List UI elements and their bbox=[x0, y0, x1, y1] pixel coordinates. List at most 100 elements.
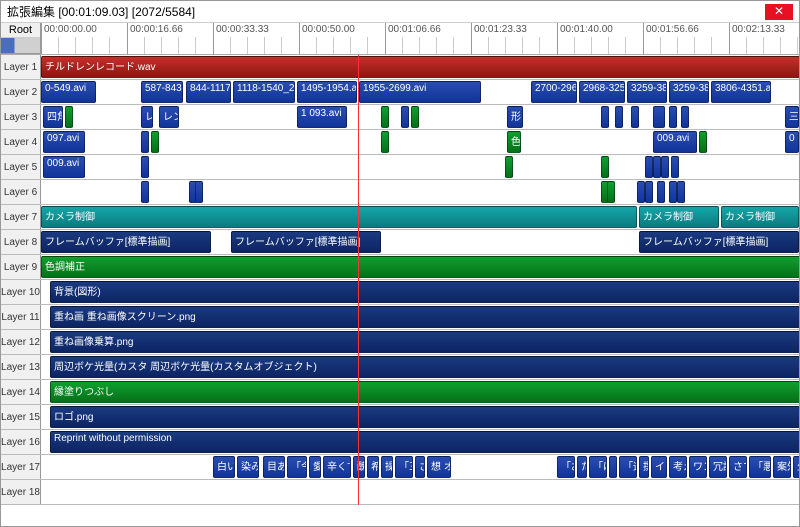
clip[interactable]: 844-1117.avi bbox=[186, 81, 231, 103]
clip[interactable]: 1955-2699.avi bbox=[359, 81, 481, 103]
clip[interactable] bbox=[631, 106, 639, 128]
clip[interactable]: 「ほ bbox=[589, 456, 607, 478]
clip[interactable]: 587-843.avi bbox=[141, 81, 183, 103]
layer-label[interactable]: Layer 1 bbox=[1, 55, 41, 79]
clip[interactable]: 0 bbox=[785, 131, 799, 153]
clip[interactable] bbox=[653, 106, 665, 128]
clip[interactable]: ロゴ.png bbox=[50, 406, 799, 428]
root-cell[interactable]: Root bbox=[1, 23, 41, 54]
layer-label[interactable]: Layer 6 bbox=[1, 180, 41, 204]
layer-track[interactable]: フレームバッファ[標準描画]フレームバッファ[標準描画]フレームバッファ[標準描… bbox=[41, 230, 799, 254]
clip[interactable] bbox=[141, 181, 149, 203]
layer-label[interactable]: Layer 13 bbox=[1, 355, 41, 379]
clip[interactable]: フレームバッファ[標準描画] bbox=[41, 231, 211, 253]
clip[interactable] bbox=[601, 156, 609, 178]
layer-label[interactable]: Layer 5 bbox=[1, 155, 41, 179]
clip[interactable]: 冗談 bbox=[709, 456, 727, 478]
clip[interactable]: 周辺ボケ光量(カスタ 周辺ボケ光量(カスタムオブジェクト) bbox=[50, 356, 799, 378]
layer-label[interactable]: Layer 2 bbox=[1, 80, 41, 104]
clip[interactable]: カメラ制御 bbox=[639, 206, 719, 228]
clip[interactable]: 想 オ bbox=[427, 456, 451, 478]
clip[interactable]: 1118-1540_2.avi bbox=[233, 81, 295, 103]
layer-label[interactable]: Layer 10 bbox=[1, 280, 41, 304]
root-progress-bar[interactable] bbox=[1, 38, 40, 53]
clip[interactable] bbox=[65, 106, 73, 128]
clip[interactable] bbox=[381, 106, 389, 128]
clip[interactable]: 希 bbox=[367, 456, 379, 478]
layer-track[interactable]: 重ね画像乗算.png bbox=[41, 330, 799, 354]
clip[interactable] bbox=[615, 106, 623, 128]
clip[interactable]: チルドレンレコード.wav bbox=[41, 56, 799, 78]
clip[interactable]: 「三 bbox=[395, 456, 413, 478]
layer-label[interactable]: Layer 12 bbox=[1, 330, 41, 354]
clip[interactable]: 目あ bbox=[263, 456, 285, 478]
layer-label[interactable]: Layer 17 bbox=[1, 455, 41, 479]
clip[interactable]: 少し bbox=[793, 456, 799, 478]
clip[interactable]: 醜 bbox=[353, 456, 365, 478]
clip[interactable]: 色 bbox=[507, 131, 521, 153]
clip[interactable]: 「逃 bbox=[619, 456, 637, 478]
layer-label[interactable]: Layer 11 bbox=[1, 305, 41, 329]
clip[interactable] bbox=[681, 106, 689, 128]
clip[interactable]: 2700-2967 bbox=[531, 81, 577, 103]
clip[interactable]: 色調補正 bbox=[41, 256, 799, 278]
clip[interactable]: 0-549.avi bbox=[41, 81, 96, 103]
layer-track[interactable]: 四角レレン1 093.avi形三 bbox=[41, 105, 799, 129]
clip[interactable]: カメラ制御 bbox=[41, 206, 637, 228]
titlebar[interactable]: 拡張編集 [00:01:09.03] [2072/5584] ✕ bbox=[1, 1, 799, 23]
clip[interactable] bbox=[669, 181, 677, 203]
clip[interactable]: 愛 bbox=[309, 456, 321, 478]
clip[interactable]: 辛くて bbox=[323, 456, 351, 478]
clip[interactable] bbox=[657, 181, 665, 203]
clip[interactable]: 案外 bbox=[773, 456, 791, 478]
layer-track[interactable]: 重ね画 重ね画像スクリーン.png bbox=[41, 305, 799, 329]
clip[interactable]: 3259-3805 bbox=[669, 81, 709, 103]
layer-track[interactable]: 097.avi色009.avi0 bbox=[41, 130, 799, 154]
clip[interactable]: 「今 bbox=[287, 456, 307, 478]
clip[interactable]: 三 bbox=[785, 106, 799, 128]
clip[interactable] bbox=[671, 156, 679, 178]
clip[interactable]: 白い bbox=[213, 456, 235, 478]
time-ruler[interactable]: 00:00:00.0000:00:16.6600:00:33.3300:00:5… bbox=[41, 23, 799, 54]
clip[interactable]: さす bbox=[729, 456, 747, 478]
layer-label[interactable]: Layer 3 bbox=[1, 105, 41, 129]
clip[interactable]: ワン bbox=[689, 456, 707, 478]
clip[interactable]: 操 bbox=[381, 456, 393, 478]
clip[interactable] bbox=[699, 131, 707, 153]
layer-label[interactable]: Layer 7 bbox=[1, 205, 41, 229]
layer-track[interactable] bbox=[41, 480, 799, 504]
clip[interactable]: 染み bbox=[237, 456, 259, 478]
clip[interactable]: イン bbox=[651, 456, 667, 478]
clip[interactable]: 重ね画像乗算.png bbox=[50, 331, 799, 353]
clip[interactable]: 097.avi bbox=[43, 131, 85, 153]
layer-track[interactable]: チルドレンレコード.wav bbox=[41, 55, 799, 79]
clip[interactable] bbox=[411, 106, 419, 128]
clip[interactable]: 009.avi bbox=[43, 156, 85, 178]
clip[interactable] bbox=[195, 181, 203, 203]
clip[interactable]: カメラ制御 bbox=[721, 206, 799, 228]
clip[interactable]: 1 093.avi bbox=[297, 106, 347, 128]
layer-track[interactable]: カメラ制御カメラ制御カメラ制御 bbox=[41, 205, 799, 229]
layer-track[interactable]: 周辺ボケ光量(カスタ 周辺ボケ光量(カスタムオブジェクト) bbox=[41, 355, 799, 379]
clip[interactable] bbox=[637, 181, 645, 203]
clip[interactable]: フレームバッファ[標準描画] bbox=[639, 231, 799, 253]
clip[interactable] bbox=[601, 106, 609, 128]
layer-label[interactable]: Layer 9 bbox=[1, 255, 41, 279]
layer-track[interactable]: 009.avi bbox=[41, 155, 799, 179]
clip[interactable] bbox=[669, 106, 677, 128]
clip[interactable]: 「悪く bbox=[749, 456, 771, 478]
layer-label[interactable]: Layer 8 bbox=[1, 230, 41, 254]
layer-track[interactable]: 0-549.avi 587-843.avi844-1117.avi1118-154… bbox=[41, 80, 799, 104]
clip[interactable]: 3806-4351.avi bbox=[711, 81, 771, 103]
layer-label[interactable]: Layer 15 bbox=[1, 405, 41, 429]
clip[interactable]: 四角 bbox=[43, 106, 63, 128]
playhead[interactable] bbox=[358, 55, 359, 505]
clip[interactable] bbox=[677, 181, 685, 203]
close-button[interactable]: ✕ bbox=[765, 4, 793, 20]
layer-label[interactable]: Layer 4 bbox=[1, 130, 41, 154]
layer-track[interactable]: 色調補正 bbox=[41, 255, 799, 279]
layer-track[interactable]: 縁塗りつぶし bbox=[41, 380, 799, 404]
clip[interactable]: さ bbox=[415, 456, 425, 478]
clip[interactable] bbox=[645, 181, 653, 203]
clip[interactable] bbox=[381, 131, 389, 153]
